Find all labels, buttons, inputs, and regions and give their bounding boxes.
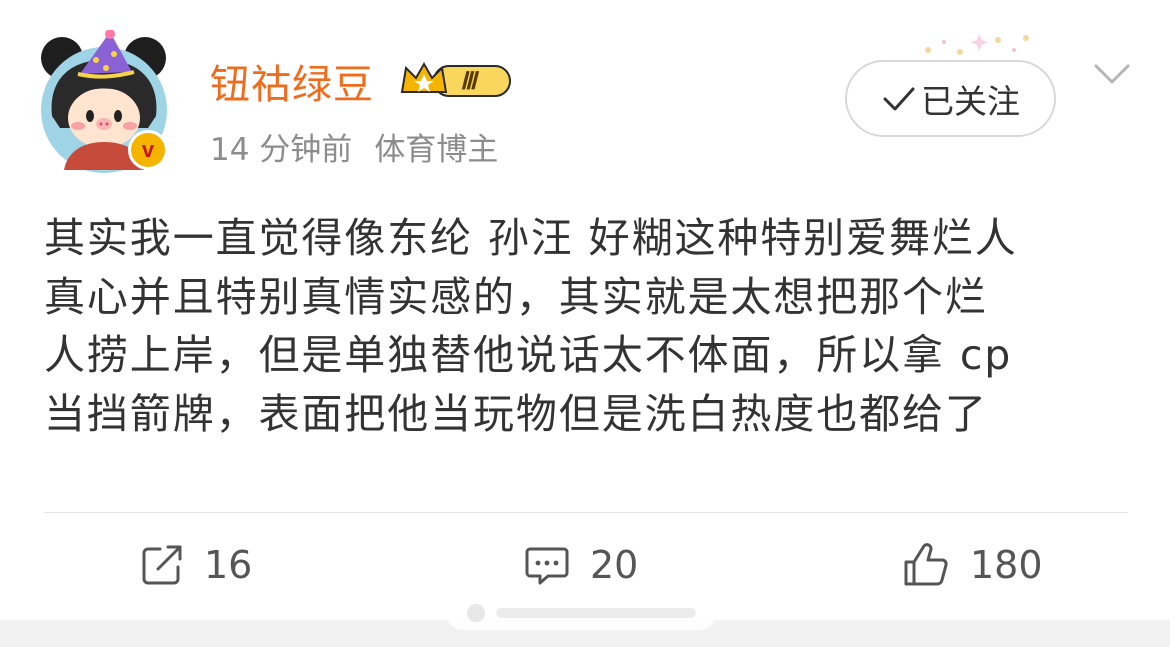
like-icon: [904, 543, 948, 586]
post-line: 其实我一直觉得像东纶 孙汪 好糊这种特别爱舞烂人: [44, 214, 1018, 262]
comment-count: 20: [590, 543, 639, 587]
sparkle-decoration-icon: [925, 34, 1029, 55]
like-button[interactable]: 180: [902, 538, 1043, 592]
comment-button[interactable]: 20: [524, 538, 638, 592]
repost-icon: [142, 545, 182, 585]
comment-icon: [525, 547, 569, 585]
repost-button[interactable]: 16: [140, 538, 252, 592]
post-meta: 14 分钟前 体育博主: [210, 124, 498, 169]
level-badge-label: Ⅲ: [460, 69, 477, 95]
author-role: 体育博主: [374, 132, 499, 168]
level-badge[interactable]: Ⅲ: [398, 58, 516, 102]
chevron-down-icon[interactable]: [1092, 58, 1132, 88]
post-content: 其实我一直觉得像东纶 孙汪 好糊这种特别爱舞烂人 真心并且特别真情实感的，其实就…: [44, 209, 1134, 443]
repost-count: 16: [204, 543, 253, 587]
check-icon: [883, 87, 915, 110]
follow-button[interactable]: 已关注: [845, 60, 1056, 137]
crown-icon: [400, 61, 511, 97]
avatar[interactable]: v: [40, 29, 175, 175]
post-line: 真心并且特别真情实感的，其实就是太想把那个烂: [44, 272, 988, 321]
watermark-decoration: [446, 596, 716, 630]
like-count: 180: [970, 543, 1043, 587]
divider: [44, 512, 1128, 513]
post-line: 人捞上岸，但是单独替他说话太不体面，所以拿 cp: [44, 331, 1013, 379]
follow-button-label: 已关注: [921, 81, 1020, 121]
verified-badge: v: [128, 130, 168, 170]
author-name[interactable]: 钮祜绿豆: [210, 52, 374, 110]
verified-badge-label: v: [141, 137, 155, 162]
post-line: 当挡箭牌，表面把他当玩物但是洗白热度也都给了: [44, 389, 988, 438]
post-time: 14 分钟前: [210, 132, 353, 168]
